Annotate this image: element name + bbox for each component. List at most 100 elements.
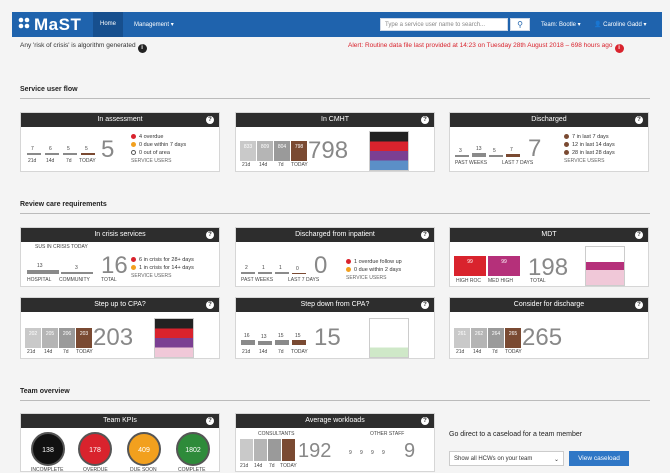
card-title-text: Discharged: [531, 116, 567, 123]
caseload-select[interactable]: Show all HCWs on your team ⌄: [449, 451, 564, 466]
bar-value: 7: [31, 146, 34, 152]
bar-label: 21d: [242, 349, 251, 355]
bar: [292, 273, 306, 274]
legend-text: 6 in crisis for 28+ days: [139, 257, 194, 263]
card-in-assessment[interactable]: In assessment? 7 6 5 5 21d 14d 7d TODAY …: [20, 112, 220, 172]
card-average-workloads[interactable]: Average workloads? CONSULTANTS OTHER STA…: [235, 413, 435, 472]
data-alert: Alert: Routine data file last provided a…: [348, 42, 624, 53]
other-staff-label: OTHER STAFF: [370, 431, 405, 437]
chevron-down-icon: ⌄: [553, 457, 559, 463]
big-number: 15: [314, 324, 341, 351]
help-icon[interactable]: ?: [421, 417, 429, 425]
kpi-overdue[interactable]: 178: [78, 432, 112, 466]
card-consider-discharge[interactable]: Consider for discharge? 261 262 264 265 …: [449, 297, 649, 359]
red-dot-icon: [131, 256, 136, 262]
orange-dot-icon: [131, 141, 136, 147]
legend-footer: SERVICE USERS: [131, 158, 172, 164]
legend-text: 0 out of area: [139, 150, 170, 156]
help-icon[interactable]: ?: [206, 231, 214, 239]
bar-value: 6: [49, 146, 52, 152]
team-dropdown[interactable]: Team: Bootle ▾: [541, 21, 581, 28]
legend-item: 28 in last 28 days: [564, 149, 615, 157]
help-icon[interactable]: ?: [635, 231, 643, 239]
bar-value: 13: [37, 263, 43, 269]
data-alert-text: Alert: Routine data file last provided a…: [348, 42, 613, 49]
info-icon[interactable]: i: [137, 44, 147, 53]
help-icon[interactable]: ?: [635, 301, 643, 309]
bar-label: TODAY: [79, 158, 96, 164]
kpi-label: OVERDUE: [83, 467, 108, 473]
divider: [20, 98, 650, 99]
bar: [27, 153, 41, 155]
kpi-due-soon[interactable]: 409: [127, 432, 161, 466]
card-discharged-inpatient[interactable]: Discharged from inpatient? 2 1 1 0 PAST …: [235, 227, 435, 287]
legend-item: 6 in crisis for 28+ days: [131, 256, 194, 264]
card-title: Discharged from inpatient?: [236, 228, 434, 242]
bar: [455, 155, 469, 157]
bar-value: 9: [371, 450, 374, 456]
kpi-complete[interactable]: 1802: [176, 432, 210, 466]
card-title-text: In assessment: [97, 116, 143, 123]
risk-grid[interactable]: [369, 131, 409, 171]
big-number: 7: [528, 135, 542, 162]
card-title: MDT?: [450, 228, 648, 242]
risk-grid[interactable]: [585, 246, 625, 286]
card-discharged[interactable]: Discharged? 3 13 5 7 PAST WEEKS LAST 7 D…: [449, 112, 649, 172]
card-title: In crisis services?: [21, 228, 219, 242]
bar-label: 7d: [269, 463, 275, 469]
card-title-text: Discharged from inpatient: [295, 231, 375, 238]
card-team-kpis[interactable]: Team KPIs? 138 178 409 1802 INCOMPLETE O…: [20, 413, 220, 473]
card-step-up-cpa[interactable]: Step up to CPA?? 202 205 206 203 21d 14d…: [20, 297, 220, 359]
brown-dot-icon: [564, 149, 569, 155]
bar: [275, 340, 289, 345]
legend: 4 overdue 0 due within 7 days 0 out of a…: [131, 133, 186, 165]
legend-text: 12 in last 14 days: [572, 142, 615, 148]
help-icon[interactable]: ?: [421, 231, 429, 239]
risk-grid[interactable]: [154, 318, 194, 358]
legend-item: 0 out of area: [131, 149, 186, 157]
card-title-text: Step up to CPA?: [94, 301, 146, 308]
card-title: Average workloads?: [236, 414, 434, 428]
card-step-down-cpa[interactable]: Step down from CPA?? 16 13 15 15 21d 14d…: [235, 297, 435, 359]
bar: 202: [25, 328, 41, 348]
big-number: 9: [404, 440, 416, 462]
bar-value: 9: [360, 450, 363, 456]
risk-grid[interactable]: [369, 318, 409, 358]
view-caseload-button[interactable]: View caseload: [569, 451, 629, 466]
card-mdt[interactable]: MDT? 99 99 HIGH ROC MED HIGH TOTAL 198: [449, 227, 649, 287]
legend-item: 1 overdue follow up: [346, 258, 402, 266]
bar-label: COMMUNITY: [59, 277, 90, 283]
search-icon: ⚲: [517, 20, 523, 29]
help-icon[interactable]: ?: [206, 417, 214, 425]
nav-home[interactable]: Home: [93, 12, 124, 37]
bar: [240, 439, 253, 461]
bar: 833: [240, 141, 256, 161]
bar-label: 7d: [63, 349, 69, 355]
help-icon[interactable]: ?: [421, 301, 429, 309]
bar-value: 15: [278, 333, 284, 339]
bar-label: HIGH ROC: [456, 278, 481, 284]
legend-footer: SERVICE USERS: [346, 275, 387, 281]
search-button[interactable]: ⚲: [510, 18, 530, 31]
bar-label: 14d: [44, 349, 53, 355]
card-in-cmht[interactable]: In CMHT? 833 809 804 798 21d 14d 7d TODA…: [235, 112, 435, 172]
bar-value: 15: [295, 333, 301, 339]
search-input[interactable]: Type a service user name to search...: [380, 18, 508, 31]
caseload-select-value: Show all HCWs on your team: [454, 456, 533, 462]
card-in-crisis[interactable]: In crisis services? SUS IN CRISIS TODAY …: [20, 227, 220, 287]
kpi-incomplete[interactable]: 138: [31, 432, 65, 466]
legend-text: 7 in last 7 days: [572, 134, 609, 140]
legend-footer: SERVICE USERS: [564, 158, 605, 164]
help-icon[interactable]: ?: [635, 116, 643, 124]
help-icon[interactable]: ?: [206, 116, 214, 124]
alert-icon[interactable]: i: [614, 44, 624, 53]
user-menu[interactable]: 👤 Caroline Gadd ▾: [594, 21, 647, 28]
bar: [241, 272, 255, 274]
top-navbar: MaST Home Management ▾ Type a service us…: [12, 12, 662, 37]
nav-management[interactable]: Management ▾: [134, 21, 174, 28]
help-icon[interactable]: ?: [206, 301, 214, 309]
help-icon[interactable]: ?: [421, 116, 429, 124]
kpi-label: INCOMPLETE: [31, 467, 64, 473]
bar: [489, 155, 503, 157]
app-logo[interactable]: MaST: [18, 15, 81, 35]
